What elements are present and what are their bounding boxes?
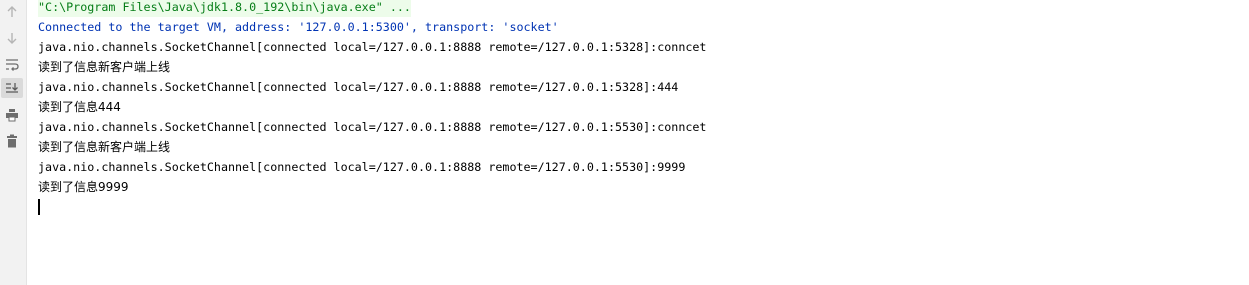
console-line: java.nio.channels.SocketChannel[connecte…: [38, 80, 679, 94]
print-icon: [6, 109, 18, 122]
print-button[interactable]: [1, 105, 23, 125]
console-line: 读到了信息新客户端上线: [38, 140, 171, 154]
console-line: 读到了信息444: [38, 100, 121, 114]
trash-icon: [7, 134, 17, 148]
console-line: java.nio.channels.SocketChannel[connecte…: [38, 40, 707, 54]
scroll-to-end-icon: [6, 83, 18, 93]
console-connected-line: Connected to the target VM, address: '12…: [38, 20, 559, 34]
arrow-up-icon: [7, 6, 17, 17]
console-line: 读到了信息9999: [38, 180, 129, 194]
scroll-to-end-button[interactable]: [1, 78, 23, 98]
console-output[interactable]: "C:\Program Files\Java\jdk1.8.0_192\bin\…: [38, 0, 1249, 285]
console-line: java.nio.channels.SocketChannel[connecte…: [38, 160, 686, 174]
text-caret: [38, 199, 40, 215]
console-line: java.nio.channels.SocketChannel[connecte…: [38, 120, 707, 134]
console-command-line: "C:\Program Files\Java\jdk1.8.0_192\bin\…: [38, 0, 411, 17]
console-toolbar: [0, 0, 27, 285]
run-console-window: "C:\Program Files\Java\jdk1.8.0_192\bin\…: [0, 0, 1249, 285]
soft-wrap-button[interactable]: [1, 54, 23, 74]
up-stack-trace-button[interactable]: [1, 2, 23, 22]
arrow-down-icon: [7, 33, 17, 44]
console-line: 读到了信息新客户端上线: [38, 60, 171, 74]
down-stack-trace-button[interactable]: [1, 28, 23, 48]
soft-wrap-icon: [6, 59, 19, 71]
clear-all-button[interactable]: [1, 131, 23, 151]
